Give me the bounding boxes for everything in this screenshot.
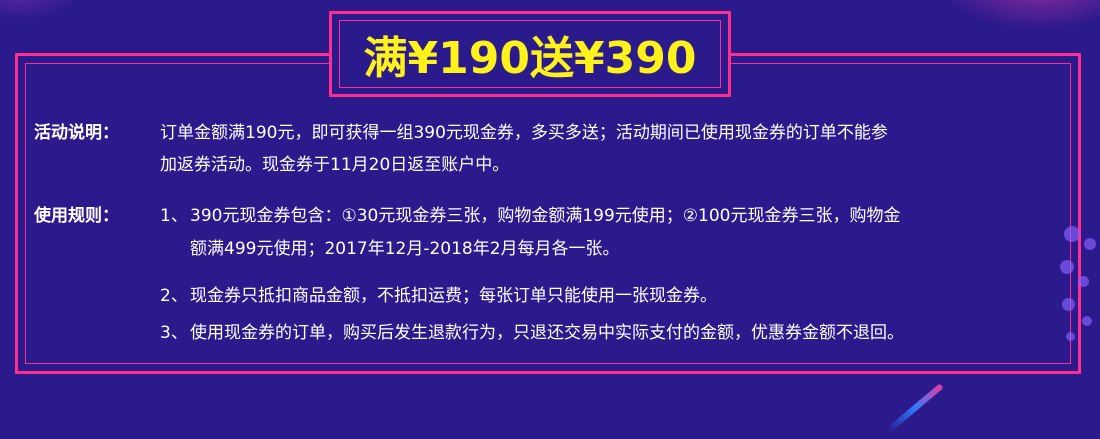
rule-number-3: 3、 bbox=[160, 323, 188, 343]
rule-number-1: 1、 bbox=[160, 206, 188, 226]
activity-label: 活动说明： bbox=[34, 123, 119, 143]
rules-label: 使用规则： bbox=[34, 206, 119, 226]
rule-3-line1: 使用现金券的订单，购买后发生退款行为，只退还交易中实际支付的金额，优惠券金额不退… bbox=[190, 323, 904, 343]
title-box: 满¥190送¥390 bbox=[339, 20, 721, 88]
activity-text-line2: 加返券活动。现金券于11月20日返至账户中。 bbox=[160, 155, 510, 175]
background-glow-left bbox=[0, 0, 80, 20]
rule-2-line1: 现金券只抵扣商品金额，不抵扣运费；每张订单只能使用一张现金券。 bbox=[190, 286, 717, 306]
promo-title: 满¥190送¥390 bbox=[363, 33, 697, 84]
background-glow-right bbox=[940, 0, 1100, 30]
rule-1-line1: 390元现金券包含：①30元现金券三张，购物金额满199元使用；②100元现金券… bbox=[190, 206, 901, 226]
rule-1-line2: 额满499元使用；2017年12月-2018年2月每月各一张。 bbox=[190, 239, 620, 259]
activity-text-line1: 订单金额满190元，即可获得一组390元现金券，多买多送；活动期间已使用现金券的… bbox=[160, 123, 888, 143]
rule-number-2: 2、 bbox=[160, 286, 188, 306]
decorative-dots bbox=[1040, 220, 1100, 350]
decorative-streak bbox=[886, 383, 944, 433]
